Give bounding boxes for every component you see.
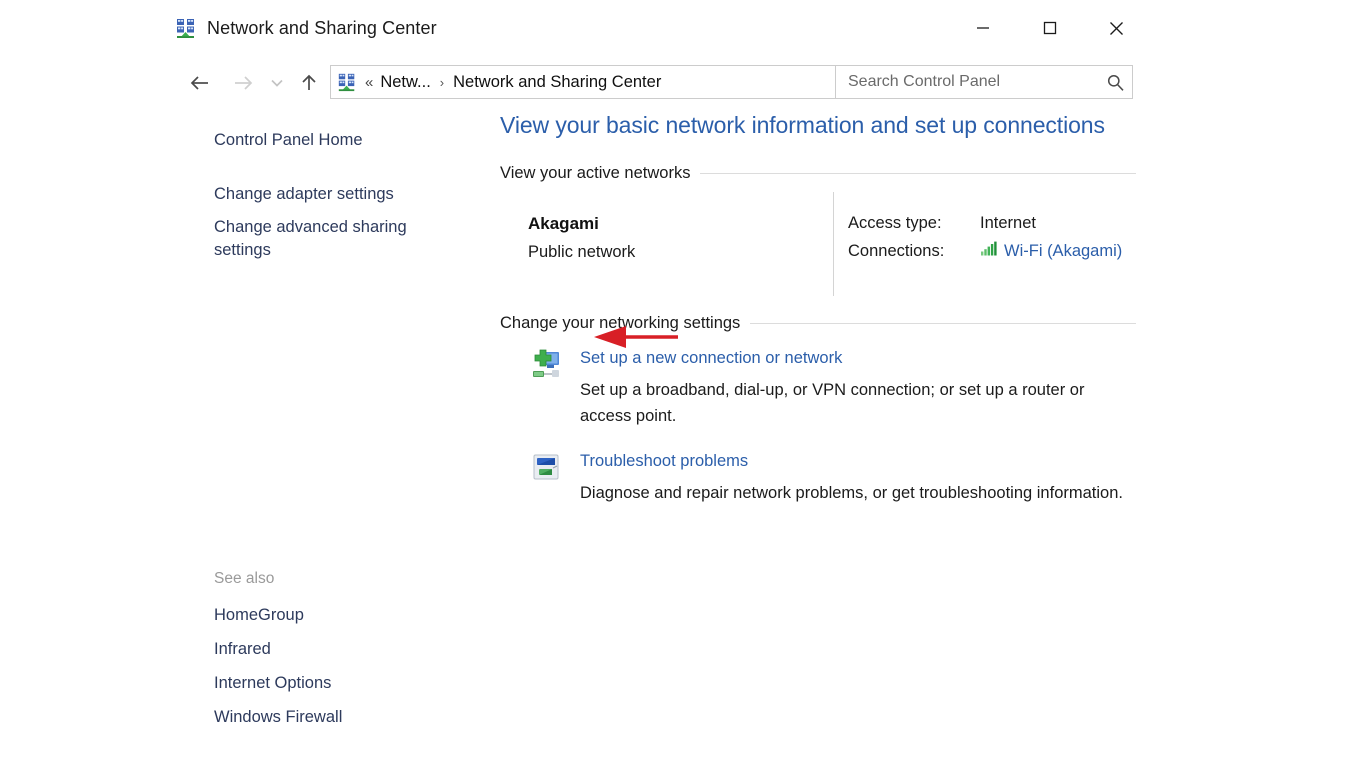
close-icon [1109, 21, 1124, 36]
section-title-text: View your active networks [500, 164, 690, 183]
forward-button[interactable] [228, 68, 258, 98]
see-also-heading: See also [214, 570, 274, 588]
back-arrow-icon [189, 74, 211, 92]
minimize-icon [976, 21, 990, 35]
troubleshoot-problems-description: Diagnose and repair network problems, or… [580, 480, 1132, 506]
content-area: Control Panel Home Change adapter settin… [170, 106, 1150, 768]
search-icon[interactable] [1098, 67, 1132, 97]
navigation-toolbar: « Netw... › Network and Sharing Center [170, 62, 1150, 106]
search-box[interactable] [835, 65, 1133, 99]
title-bar-left: Network and Sharing Center [175, 17, 437, 39]
search-input[interactable] [836, 72, 1098, 92]
back-button[interactable] [185, 68, 215, 98]
connections-value: Wi-Fi (Akagami) [1004, 242, 1122, 261]
access-type-label: Access type: [848, 214, 980, 233]
access-type-value: Internet [980, 214, 1122, 233]
sidebar-item-change-adapter-settings[interactable]: Change adapter settings [214, 183, 429, 206]
breadcrumb-separator: › [436, 75, 448, 90]
window-controls [949, 0, 1150, 56]
close-button[interactable] [1083, 0, 1150, 56]
troubleshoot-problems-link[interactable]: Troubleshoot problems [580, 452, 748, 471]
section-heading-active-networks: View your active networks [500, 164, 1136, 183]
sidebar-item-infrared[interactable]: Infrared [214, 638, 429, 661]
chevron-down-icon [270, 78, 284, 88]
sidebar-item-windows-firewall[interactable]: Windows Firewall [214, 706, 429, 729]
minimize-button[interactable] [949, 0, 1016, 56]
title-bar: Network and Sharing Center [170, 0, 1150, 62]
up-arrow-icon [300, 73, 318, 93]
maximize-icon [1043, 21, 1057, 35]
sidebar: Control Panel Home Change adapter settin… [170, 106, 470, 768]
section-rule [750, 323, 1136, 324]
sidebar-item-change-advanced-sharing-settings[interactable]: Change advanced sharing settings [214, 216, 429, 262]
sidebar-item-control-panel-home[interactable]: Control Panel Home [214, 129, 429, 152]
recent-locations-button[interactable] [266, 68, 288, 98]
network-sharing-icon [175, 17, 197, 39]
section-heading-networking-settings: Change your networking settings [500, 314, 1136, 333]
network-sharing-center-window: Network and Sharing Center [170, 0, 1150, 768]
setup-new-connection-link[interactable]: Set up a new connection or network [580, 349, 842, 368]
network-type: Public network [528, 243, 635, 262]
breadcrumb-overflow-chevron[interactable]: « [363, 74, 375, 91]
main-panel: View your basic network information and … [470, 106, 1150, 768]
page-title: View your basic network information and … [500, 112, 1105, 139]
new-connection-icon [530, 348, 562, 380]
network-details: Access type: Internet Connections: [848, 214, 1122, 261]
connections-label: Connections: [848, 242, 980, 261]
setup-new-connection-description: Set up a broadband, dial-up, or VPN conn… [580, 377, 1132, 429]
network-name: Akagami [528, 214, 599, 234]
maximize-button[interactable] [1016, 0, 1083, 56]
section-rule [700, 173, 1136, 174]
sidebar-item-internet-options[interactable]: Internet Options [214, 672, 429, 695]
sidebar-item-homegroup[interactable]: HomeGroup [214, 604, 429, 627]
connections-link[interactable]: Wi-Fi (Akagami) [980, 241, 1122, 261]
up-button[interactable] [294, 68, 324, 98]
breadcrumb-item-current[interactable]: Network and Sharing Center [450, 72, 664, 93]
window-title: Network and Sharing Center [207, 18, 437, 39]
breadcrumb-item-parent[interactable]: Netw... [377, 72, 433, 93]
section-title-text: Change your networking settings [500, 314, 740, 333]
active-network-block: Akagami Public network Access type: Inte… [500, 206, 1136, 306]
wifi-signal-icon [980, 241, 998, 261]
forward-arrow-icon [232, 74, 254, 92]
troubleshoot-icon [530, 451, 562, 483]
address-network-sharing-icon [337, 72, 357, 92]
vertical-divider [833, 192, 834, 296]
